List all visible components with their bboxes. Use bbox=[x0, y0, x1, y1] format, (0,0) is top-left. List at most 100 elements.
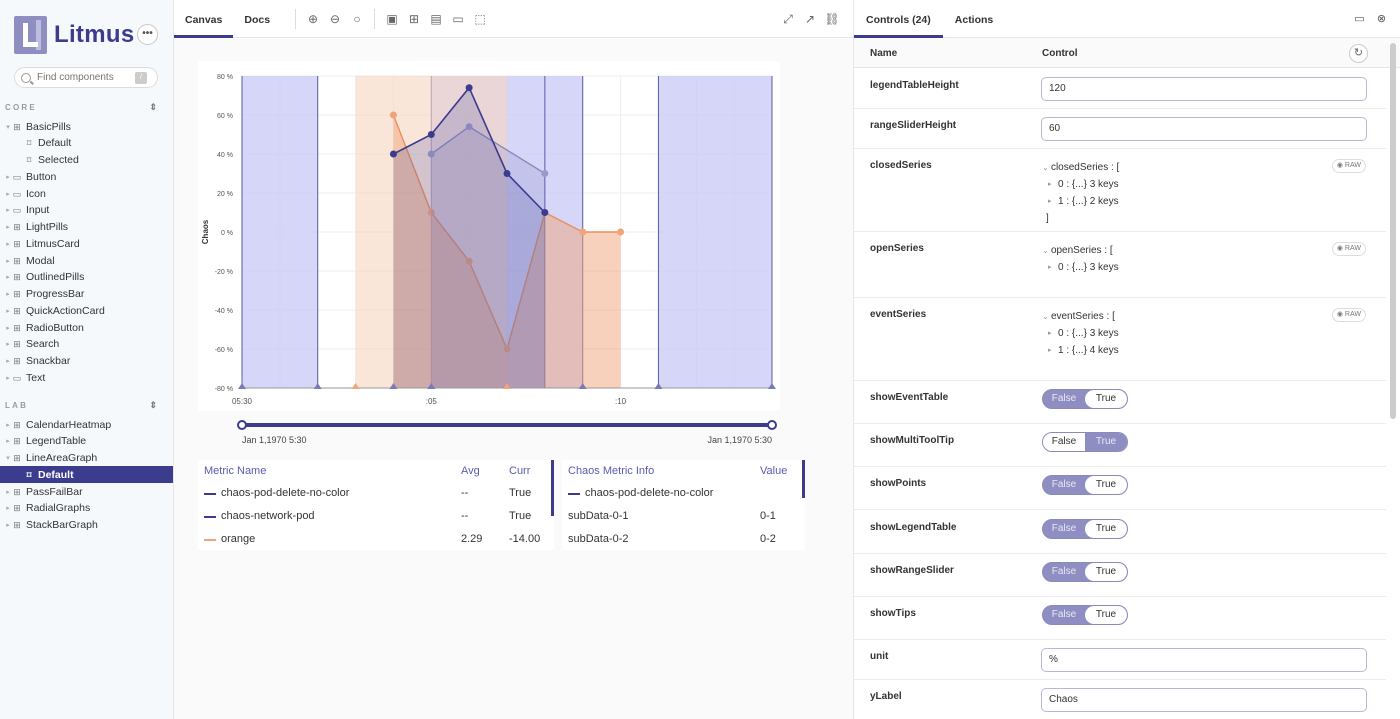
toggle-true-option[interactable]: True bbox=[1085, 606, 1127, 624]
sidebar-item-lightpills[interactable]: ▸ ⊞ LightPills bbox=[0, 219, 173, 236]
toggle-true-option[interactable]: True bbox=[1085, 519, 1127, 538]
object-head[interactable]: ⌄ eventSeries : [ bbox=[1042, 308, 1119, 325]
legend-left-scrollbar[interactable] bbox=[551, 460, 554, 516]
sidebar-item-calendarheatmap[interactable]: ▸ ⊞ CalendarHeatmap bbox=[0, 416, 173, 433]
sidebar-item-radiobutton[interactable]: ▸ ⊞ RadioButton bbox=[0, 319, 173, 336]
toggle-false-option[interactable]: False bbox=[1043, 606, 1085, 624]
object-entry[interactable]: 1 : {...} 2 keys bbox=[1042, 193, 1119, 210]
data-point[interactable] bbox=[389, 150, 397, 158]
sidebar-item-text[interactable]: ▸ ▭ Text bbox=[0, 369, 173, 386]
collapse-lab-icon[interactable]: ⇕ bbox=[149, 400, 157, 411]
sidebar-item-radialgraphs[interactable]: ▸ ⊞ RadialGraphs bbox=[0, 500, 173, 517]
sidebar-item-modal[interactable]: ▸ ⊞ Modal bbox=[0, 252, 173, 269]
section-lab[interactable]: LAB ⇕ bbox=[5, 400, 157, 411]
sidebar-item-lineareagraph[interactable]: ▾ ⊞ LineAreaGraph bbox=[0, 450, 173, 467]
raw-toggle-button[interactable]: ◉ RAW bbox=[1331, 159, 1366, 173]
boolean-toggle[interactable]: False True bbox=[1042, 518, 1128, 539]
copy-link-icon[interactable]: ⛓ bbox=[821, 8, 843, 30]
object-entry[interactable]: 0 : {...} 3 keys bbox=[1042, 259, 1119, 276]
toggle-false-option[interactable]: False bbox=[1043, 563, 1085, 581]
sidebar-item-legendtable[interactable]: ▸ ⊞ LegendTable bbox=[0, 433, 173, 450]
toggle-false-option[interactable]: False bbox=[1043, 433, 1085, 452]
range-slider-handle-start[interactable] bbox=[237, 420, 247, 430]
legend-table-height-input[interactable]: 120 bbox=[1041, 77, 1367, 101]
search-input[interactable] bbox=[37, 72, 135, 83]
data-point[interactable] bbox=[389, 111, 397, 119]
toggle-true-option[interactable]: True bbox=[1085, 433, 1127, 452]
search-box[interactable]: / bbox=[14, 67, 158, 88]
tab-controls[interactable]: Controls (24) bbox=[854, 0, 943, 38]
measure-icon[interactable]: ▭ bbox=[447, 8, 469, 30]
object-entry[interactable]: 0 : {...} 3 keys bbox=[1042, 176, 1119, 193]
reset-controls-icon[interactable]: ↻ bbox=[1349, 44, 1368, 63]
range-slider-handle-end[interactable] bbox=[767, 420, 777, 430]
data-point[interactable] bbox=[503, 170, 511, 177]
sidebar-item-basicpills[interactable]: ▾ ⊞ BasicPills bbox=[0, 118, 173, 135]
data-point[interactable] bbox=[465, 84, 473, 92]
fullscreen-icon[interactable]: ⤢ bbox=[777, 8, 799, 30]
brand[interactable]: Litmus bbox=[14, 15, 134, 55]
toggle-false-option[interactable]: False bbox=[1043, 476, 1085, 494]
zoom-in-icon[interactable]: ⊕ bbox=[302, 8, 324, 30]
zoom-reset-icon[interactable]: ○ bbox=[346, 8, 368, 30]
ylabel-input[interactable]: Chaos bbox=[1041, 688, 1367, 712]
raw-toggle-button[interactable]: ◉ RAW bbox=[1331, 308, 1366, 322]
unit-input[interactable]: % bbox=[1041, 648, 1367, 672]
event-series-object[interactable]: ⌄ eventSeries : [ 0 : {...} 3 keys 1 : {… bbox=[1042, 308, 1119, 359]
sidebar-item-passfailbar[interactable]: ▸ ⊞ PassFailBar bbox=[0, 483, 173, 500]
section-core[interactable]: CORE ⇕ bbox=[5, 102, 157, 113]
sidebar-item-outlinedpills[interactable]: ▸ ⊞ OutlinedPills bbox=[0, 269, 173, 286]
open-series-object[interactable]: ⌄ openSeries : [ 0 : {...} 3 keys bbox=[1042, 242, 1119, 276]
tab-canvas[interactable]: Canvas bbox=[174, 0, 234, 38]
boolean-toggle[interactable]: False True bbox=[1042, 475, 1128, 496]
zoom-out-icon[interactable]: ⊖ bbox=[324, 8, 346, 30]
viewport-icon[interactable]: ▤ bbox=[425, 8, 447, 30]
close-panel-icon[interactable]: ⊗ bbox=[1375, 13, 1388, 26]
panel-orientation-icon[interactable]: ▭ bbox=[1353, 13, 1366, 26]
data-point[interactable] bbox=[541, 170, 549, 177]
sidebar-item-litmuscard[interactable]: ▸ ⊞ LitmusCard bbox=[0, 235, 173, 252]
legend-info-row[interactable]: chaos-pod-delete-no-color bbox=[562, 482, 805, 505]
panel-scrollbar[interactable] bbox=[1390, 43, 1396, 419]
sidebar-item-default[interactable]: ⌑ Default bbox=[0, 466, 173, 484]
sidebar-item-button[interactable]: ▸ ▭ Button bbox=[0, 168, 173, 185]
legend-right-scrollbar[interactable] bbox=[802, 460, 805, 498]
toggle-true-option[interactable]: True bbox=[1085, 390, 1127, 408]
object-entry[interactable]: 0 : {...} 3 keys bbox=[1042, 325, 1119, 342]
object-entry[interactable]: 1 : {...} 4 keys bbox=[1042, 342, 1119, 359]
range-slider-height-input[interactable]: 60 bbox=[1041, 117, 1367, 141]
toggle-true-option[interactable]: True bbox=[1085, 562, 1127, 581]
tab-actions[interactable]: Actions bbox=[943, 0, 1006, 38]
sidebar-item-quickactioncard[interactable]: ▸ ⊞ QuickActionCard bbox=[0, 302, 173, 319]
outline-icon[interactable]: ⬚ bbox=[469, 8, 491, 30]
data-point[interactable] bbox=[579, 228, 587, 236]
toggle-false-option[interactable]: False bbox=[1043, 390, 1085, 408]
event-band[interactable] bbox=[242, 76, 318, 388]
toggle-false-option[interactable]: False bbox=[1043, 520, 1085, 538]
closed-series-object[interactable]: ⌄ closedSeries : [ 0 : {...} 3 keys 1 : … bbox=[1042, 159, 1119, 227]
event-band[interactable] bbox=[658, 76, 772, 388]
sidebar-item-selected[interactable]: ⌑ Selected bbox=[0, 152, 173, 169]
legend-row[interactable]: orange 2.29 -14.00 bbox=[198, 528, 554, 551]
data-point[interactable] bbox=[541, 209, 549, 216]
boolean-toggle[interactable]: False True bbox=[1042, 561, 1128, 582]
legend-info-row[interactable]: subData-0-2 0-2 bbox=[562, 528, 805, 551]
legend-info-row[interactable]: subData-0-1 0-1 bbox=[562, 505, 805, 528]
toggle-true-option[interactable]: True bbox=[1085, 476, 1127, 495]
data-point[interactable] bbox=[427, 131, 435, 138]
background-icon[interactable]: ▣ bbox=[381, 8, 403, 30]
data-point[interactable] bbox=[617, 228, 625, 236]
sidebar-item-stackbargraph[interactable]: ▸ ⊞ StackBarGraph bbox=[0, 517, 173, 534]
sidebar-item-snackbar[interactable]: ▸ ⊞ Snackbar bbox=[0, 353, 173, 370]
grid-icon[interactable]: ⊞ bbox=[403, 8, 425, 30]
object-head[interactable]: ⌄ closedSeries : [ bbox=[1042, 159, 1119, 176]
legend-row[interactable]: chaos-network-pod -- True bbox=[198, 505, 554, 528]
legend-row[interactable]: chaos-pod-delete-no-color -- True bbox=[198, 482, 554, 505]
sidebar-item-progressbar[interactable]: ▸ ⊞ ProgressBar bbox=[0, 286, 173, 303]
sidebar-item-icon[interactable]: ▸ ▭ Icon bbox=[0, 185, 173, 202]
sidebar-item-input[interactable]: ▸ ▭ Input bbox=[0, 202, 173, 219]
more-menu-button[interactable]: ••• bbox=[137, 24, 158, 45]
tab-docs[interactable]: Docs bbox=[233, 0, 281, 38]
collapse-core-icon[interactable]: ⇕ bbox=[149, 102, 157, 113]
boolean-toggle[interactable]: False True bbox=[1042, 605, 1128, 625]
